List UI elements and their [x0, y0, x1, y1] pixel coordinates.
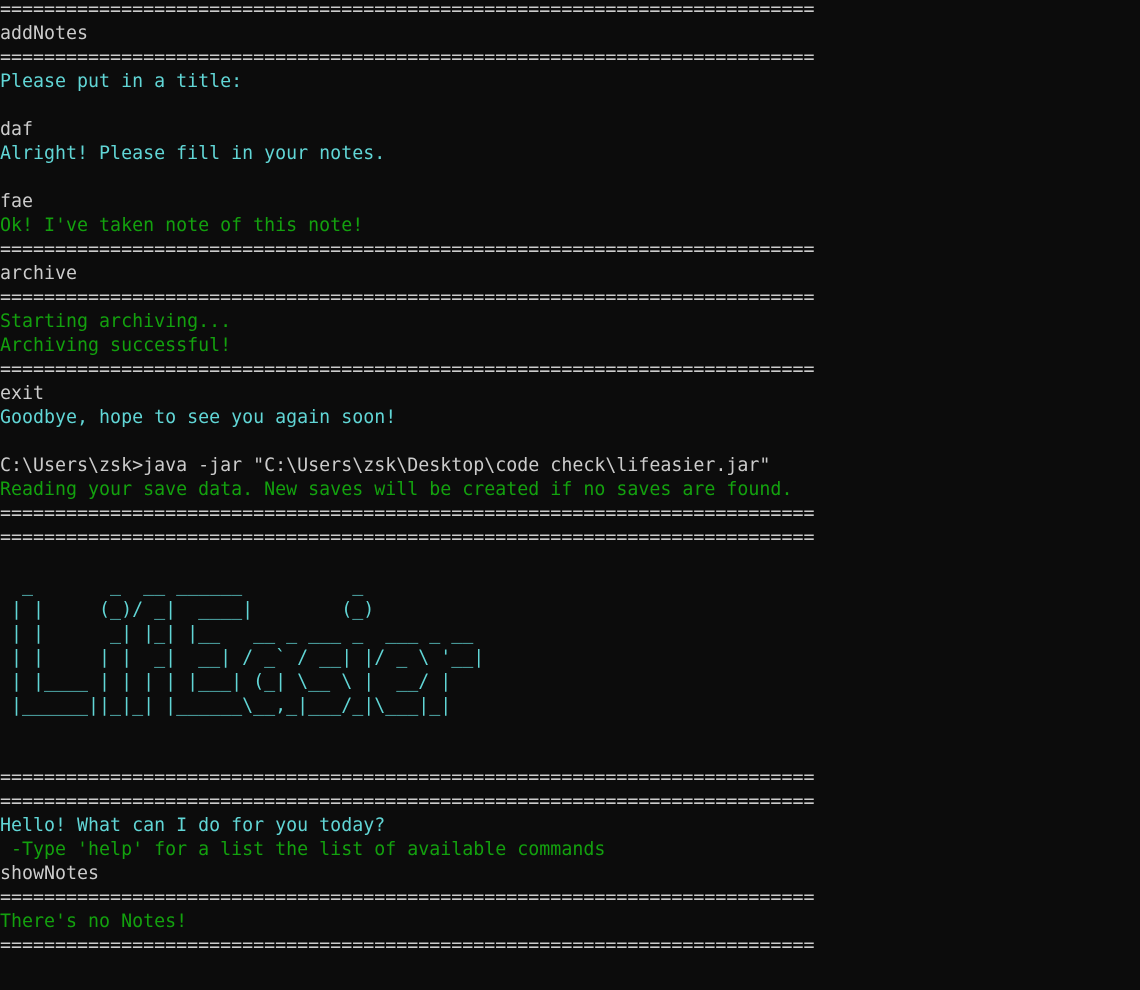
- terminal-line-separator: ========================================…: [0, 239, 815, 260]
- terminal-window[interactable]: ========================================…: [0, 0, 1140, 990]
- terminal-line-user-input: archive: [0, 263, 78, 284]
- terminal-line-separator: ========================================…: [0, 767, 815, 788]
- terminal-line-separator: ========================================…: [0, 935, 815, 956]
- terminal-line-ascii-logo: | | (_)/ _| ____| (_): [0, 599, 375, 620]
- terminal-line-separator: ========================================…: [0, 0, 815, 20]
- terminal-line-success-message: There's no Notes!: [0, 911, 188, 932]
- terminal-line-separator: ========================================…: [0, 359, 815, 380]
- terminal-line-success-message: Ok! I've taken note of this note!: [0, 215, 364, 236]
- terminal-line-separator: ========================================…: [0, 47, 815, 68]
- terminal-line-help-hint: -Type 'help' for a list the list of avai…: [0, 839, 606, 860]
- terminal-line-ascii-logo: | |____ | | | | |___| (_| \__ \ | __/ |: [0, 671, 452, 692]
- terminal-line-separator: ========================================…: [0, 791, 815, 812]
- terminal-line-prompt: Goodbye, hope to see you again soon!: [0, 407, 397, 428]
- terminal-line-user-input: fae: [0, 191, 34, 212]
- terminal-line-separator: ========================================…: [0, 503, 815, 524]
- terminal-line-prompt: Please put in a title:: [0, 71, 243, 92]
- terminal-line-prompt: Alright! Please fill in your notes.: [0, 143, 386, 164]
- terminal-line-success-message: Reading your save data. New saves will b…: [0, 479, 793, 500]
- terminal-line-user-input: addNotes: [0, 23, 89, 44]
- terminal-line-success-message: Archiving successful!: [0, 335, 232, 356]
- terminal-line-ascii-logo: |______||_|_| |______\__,_|___/_|\___|_|: [0, 695, 452, 716]
- terminal-line-shell-command: C:\Users\zsk>java -jar "C:\Users\zsk\Des…: [0, 455, 771, 476]
- terminal-line-success-message: Starting archiving...: [0, 311, 232, 332]
- terminal-line-separator: ========================================…: [0, 287, 815, 308]
- terminal-line-ascii-logo: | | _| |_| |__ __ _ ___ _ ___ _ __: [0, 623, 474, 644]
- terminal-line-separator: ========================================…: [0, 527, 815, 548]
- terminal-line-user-input: showNotes: [0, 863, 100, 884]
- terminal-line-ascii-logo: _ _ __ ______ _: [0, 575, 364, 596]
- terminal-line-user-input: exit: [0, 383, 45, 404]
- terminal-line-prompt: Hello! What can I do for you today?: [0, 815, 386, 836]
- terminal-line-separator: ========================================…: [0, 887, 815, 908]
- terminal-line-user-input: daf: [0, 119, 34, 140]
- terminal-line-ascii-logo: | | | | _| __| / _` / __| |/ _ \ '__|: [0, 647, 485, 668]
